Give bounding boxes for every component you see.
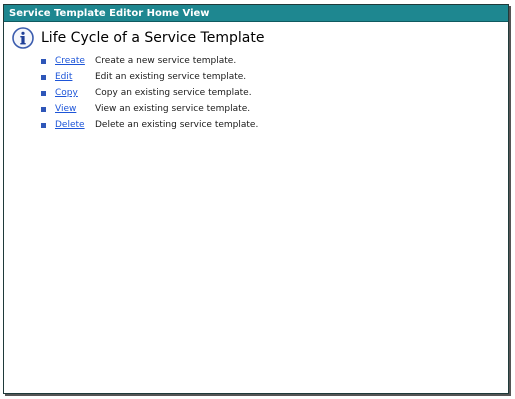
bullet-icon [41,122,46,128]
create-description: Create a new service template. [95,56,237,66]
bullet-icon [41,90,46,96]
page-title: Life Cycle of a Service Template [41,30,265,46]
list-item-create: Create Create a new service template. [41,53,258,69]
delete-description: Delete an existing service template. [95,120,259,130]
bullet-icon [41,74,46,80]
edit-link[interactable]: Edit [55,72,95,82]
copy-description: Copy an existing service template. [95,88,252,98]
window-title: Service Template Editor Home View [4,5,508,22]
bullet-icon [41,106,46,112]
view-description: View an existing service template. [95,104,251,114]
list-item-copy: Copy Copy an existing service template. [41,85,258,101]
list-item-delete: Delete Delete an existing service templa… [41,117,258,133]
action-list: Create Create a new service template. Ed… [41,53,258,133]
list-item-edit: Edit Edit an existing service template. [41,69,258,85]
create-link[interactable]: Create [55,56,95,66]
edit-description: Edit an existing service template. [95,72,247,82]
delete-link[interactable]: Delete [55,120,95,130]
info-icon [12,27,34,49]
page-heading: Life Cycle of a Service Template [12,27,264,49]
bullet-icon [41,58,46,64]
app-window: Service Template Editor Home View Life C… [3,4,509,394]
copy-link[interactable]: Copy [55,88,95,98]
list-item-view: View View an existing service template. [41,101,258,117]
view-link[interactable]: View [55,104,95,114]
